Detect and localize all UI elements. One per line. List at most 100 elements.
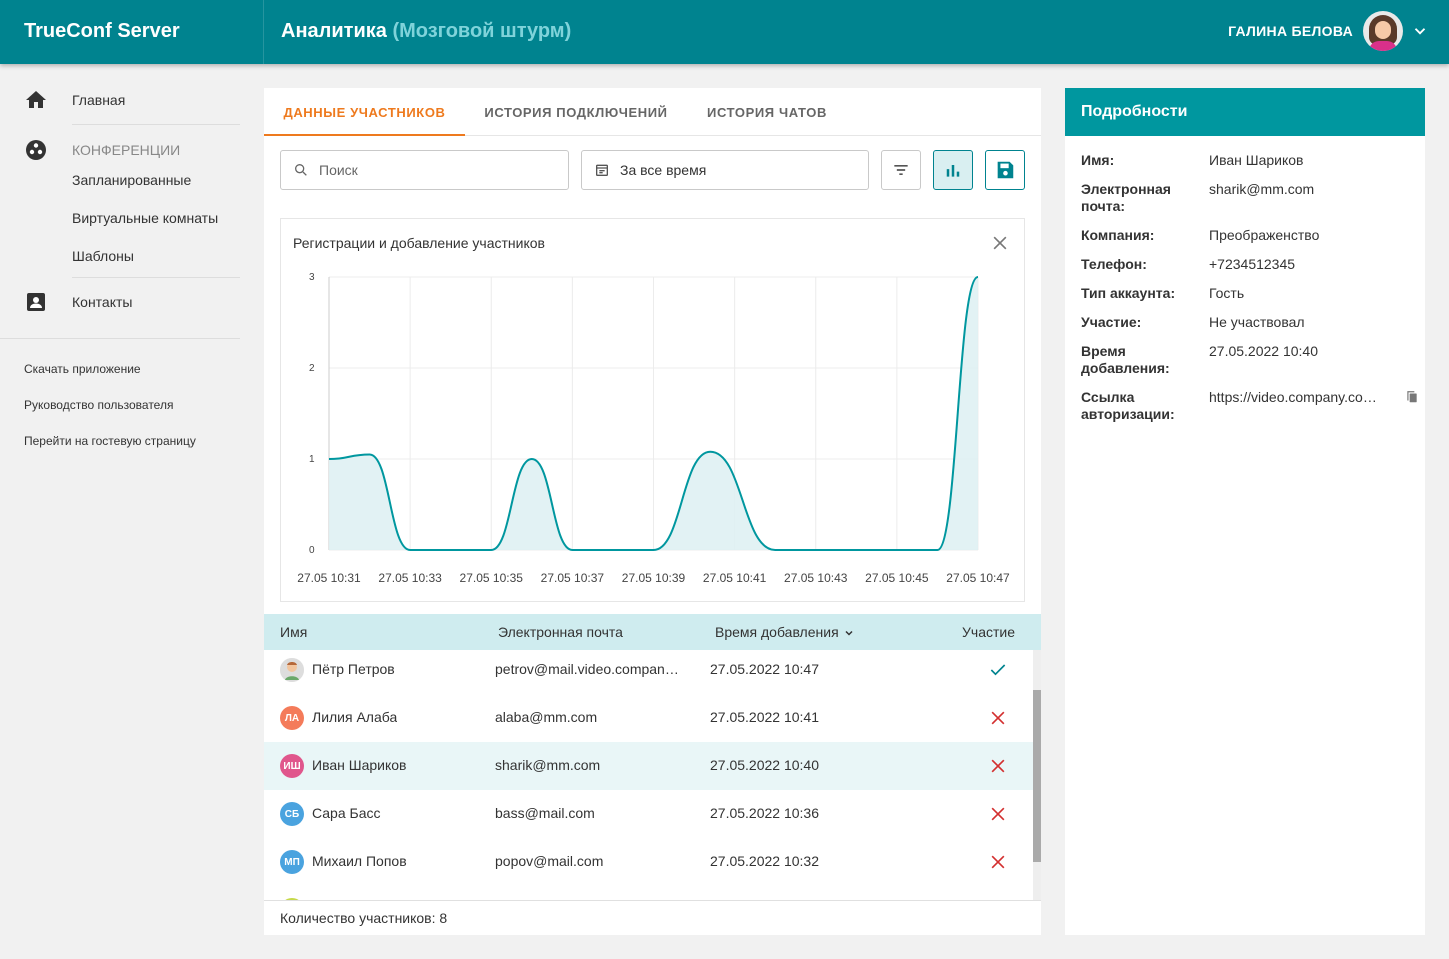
- sort-desc-icon: [845, 631, 853, 636]
- table-row[interactable]: МП Михаил Попов popov@mail.com 27.05.202…: [264, 838, 1033, 886]
- top-app-bar: TrueConf Server Аналитика (Мозговой штур…: [0, 0, 1449, 64]
- main-panel: ДАННЫЕ УЧАСТНИКОВ ИСТОРИЯ ПОДКЛЮЧЕНИЙ ИС…: [264, 88, 1041, 935]
- participant-name: Пётр Петров: [312, 661, 395, 677]
- detail-value: Иван Шариков: [1209, 152, 1304, 168]
- table-row[interactable]: [264, 886, 1033, 900]
- participant-name: Иван Шариков: [312, 757, 407, 773]
- column-header-name[interactable]: Имя: [280, 624, 307, 640]
- column-header-email[interactable]: Электронная почта: [498, 624, 623, 640]
- participant-added: 27.05.2022 10:36: [710, 805, 819, 821]
- y-tick-label: 2: [309, 363, 315, 374]
- participant-added: 27.05.2022 10:41: [710, 709, 819, 725]
- cross-icon: [991, 807, 1005, 821]
- bar-chart-icon: [946, 165, 960, 177]
- cross-icon: [991, 855, 1005, 869]
- x-tick-label: 27.05 10:35: [460, 571, 524, 585]
- sidebar-item-label: Главная: [72, 92, 126, 108]
- detail-label: Электронная почта:: [1081, 181, 1171, 214]
- user-name: ГАЛИНА БЕЛОВА: [1228, 23, 1353, 39]
- participant-email: sharik@mm.com: [495, 757, 601, 773]
- download-app-link[interactable]: Скачать приложение: [24, 362, 141, 376]
- user-menu[interactable]: ГАЛИНА БЕЛОВА: [1228, 11, 1429, 51]
- detail-label: Телефон:: [1081, 256, 1147, 272]
- period-value: За все время: [620, 162, 707, 178]
- table-header: Имя Электронная почта Время добавления У…: [264, 614, 1041, 650]
- detail-value: Преображенство: [1209, 227, 1320, 243]
- tab-connection-history[interactable]: ИСТОРИЯ ПОДКЛЮЧЕНИЙ: [465, 88, 687, 136]
- divider: [0, 338, 240, 339]
- detail-label: Ссылка авторизации:: [1081, 389, 1175, 422]
- detail-value[interactable]: https://video.company.com/guest/auth: [1209, 389, 1377, 406]
- table-row[interactable]: ИШ Иван Шариков sharik@mm.com 27.05.2022…: [264, 742, 1033, 790]
- search-input[interactable]: Поиск: [280, 150, 569, 190]
- user-avatar[interactable]: [1363, 11, 1403, 51]
- detail-row-company: Компания: Преображенство: [1081, 227, 1411, 247]
- participant-added: 27.05.2022 10:47: [710, 661, 819, 677]
- sidebar-item-templates[interactable]: Шаблоны: [72, 248, 134, 264]
- table-row[interactable]: Пётр Петров petrov@mail.video.company.co…: [264, 650, 1033, 694]
- detail-row-email: Электронная почта: sharik@mm.com: [1081, 181, 1411, 217]
- period-selector[interactable]: За все время: [581, 150, 869, 190]
- close-icon[interactable]: [990, 233, 1010, 253]
- chevron-down-icon[interactable]: [1411, 22, 1429, 40]
- detail-row-account-type: Тип аккаунта: Гость: [1081, 285, 1411, 305]
- column-header-participation[interactable]: Участие: [962, 624, 1015, 640]
- sidebar-item-scheduled[interactable]: Запланированные: [72, 172, 191, 188]
- tab-participants-data[interactable]: ДАННЫЕ УЧАСТНИКОВ: [264, 88, 465, 136]
- detail-value: +7234512345: [1209, 256, 1296, 272]
- table-row[interactable]: ЛА Лилия Алаба alaba@mm.com 27.05.2022 1…: [264, 694, 1033, 742]
- avatar: ИШ: [280, 754, 304, 778]
- participant-name: Михаил Попов: [312, 853, 407, 869]
- sidebar-item-virtual-rooms[interactable]: Виртуальные комнаты: [72, 210, 218, 226]
- column-header-added-label: Время добавления: [715, 624, 839, 640]
- avatar: ЛА: [280, 706, 304, 730]
- participant-email: bass@mail.com: [495, 805, 595, 821]
- conferences-icon: [26, 140, 46, 160]
- sidebar-item-contacts[interactable]: Контакты: [24, 290, 132, 314]
- detail-row-phone: Телефон: +7234512345: [1081, 256, 1411, 276]
- detail-value: sharik@mm.com: [1209, 181, 1315, 197]
- avatar: МП: [280, 850, 304, 874]
- detail-row-auth-link: Ссылка авторизации: https://video.compan…: [1081, 389, 1417, 425]
- scrollbar-thumb[interactable]: [1033, 690, 1041, 862]
- tabs: ДАННЫЕ УЧАСТНИКОВ ИСТОРИЯ ПОДКЛЮЧЕНИЙ ИС…: [264, 88, 1041, 136]
- sidebar-item-label: Контакты: [72, 294, 133, 310]
- user-guide-link[interactable]: Руководство пользователя: [24, 398, 173, 412]
- column-header-added[interactable]: Время добавления: [715, 624, 855, 640]
- table-row[interactable]: СБ Сара Басс bass@mail.com 27.05.2022 10…: [264, 790, 1033, 838]
- brand-logo[interactable]: TrueConf Server: [0, 0, 264, 64]
- detail-row-added-time: Время добавления: 27.05.2022 10:40: [1081, 343, 1411, 379]
- detail-row-participation: Участие: Не участвовал: [1081, 314, 1411, 334]
- detail-label: Тип аккаунта:: [1081, 285, 1176, 301]
- copy-icon[interactable]: [1405, 389, 1419, 405]
- sidebar-item-home[interactable]: Главная: [24, 88, 125, 112]
- calendar-icon: [596, 164, 608, 176]
- divider: [72, 124, 240, 125]
- guest-page-link[interactable]: Перейти на гостевую страницу: [24, 434, 196, 448]
- page-title: Аналитика (Мозговой штурм): [281, 20, 571, 43]
- avatar: [280, 658, 304, 682]
- detail-label: Имя:: [1081, 152, 1115, 168]
- contacts-icon: [27, 293, 45, 311]
- details-title: Подробности: [1065, 88, 1425, 136]
- detail-value: Гость: [1209, 285, 1245, 301]
- sidebar-section-conferences[interactable]: КОНФЕРЕНЦИИ: [24, 138, 180, 162]
- search-placeholder: Поиск: [319, 162, 358, 178]
- home-icon: [26, 91, 46, 108]
- y-tick-label: 0: [309, 545, 315, 556]
- x-tick-label: 27.05 10:47: [946, 571, 1010, 585]
- participant-added: 27.05.2022 10:32: [710, 853, 819, 869]
- participant-name: Лилия Алаба: [312, 709, 398, 725]
- participants-table-body: Пётр Петров petrov@mail.video.company.co…: [264, 650, 1033, 900]
- cross-icon: [991, 711, 1005, 725]
- x-tick-label: 27.05 10:43: [784, 571, 848, 585]
- sidebar: Главная КОНФЕРЕНЦИИ Запланированные Вирт…: [0, 64, 264, 959]
- avatar: СБ: [280, 802, 304, 826]
- chart-toggle-button[interactable]: [933, 150, 973, 190]
- save-button[interactable]: [985, 150, 1025, 190]
- detail-label: Время добавления:: [1081, 343, 1170, 376]
- x-tick-label: 27.05 10:41: [703, 571, 767, 585]
- tab-chat-history[interactable]: ИСТОРИЯ ЧАТОВ: [687, 88, 847, 136]
- chart-card: 0 1 2 3 27.05 10:31 27.05 10:33 27.05 10:35 27.…: [280, 218, 1025, 602]
- filter-button[interactable]: [881, 150, 921, 190]
